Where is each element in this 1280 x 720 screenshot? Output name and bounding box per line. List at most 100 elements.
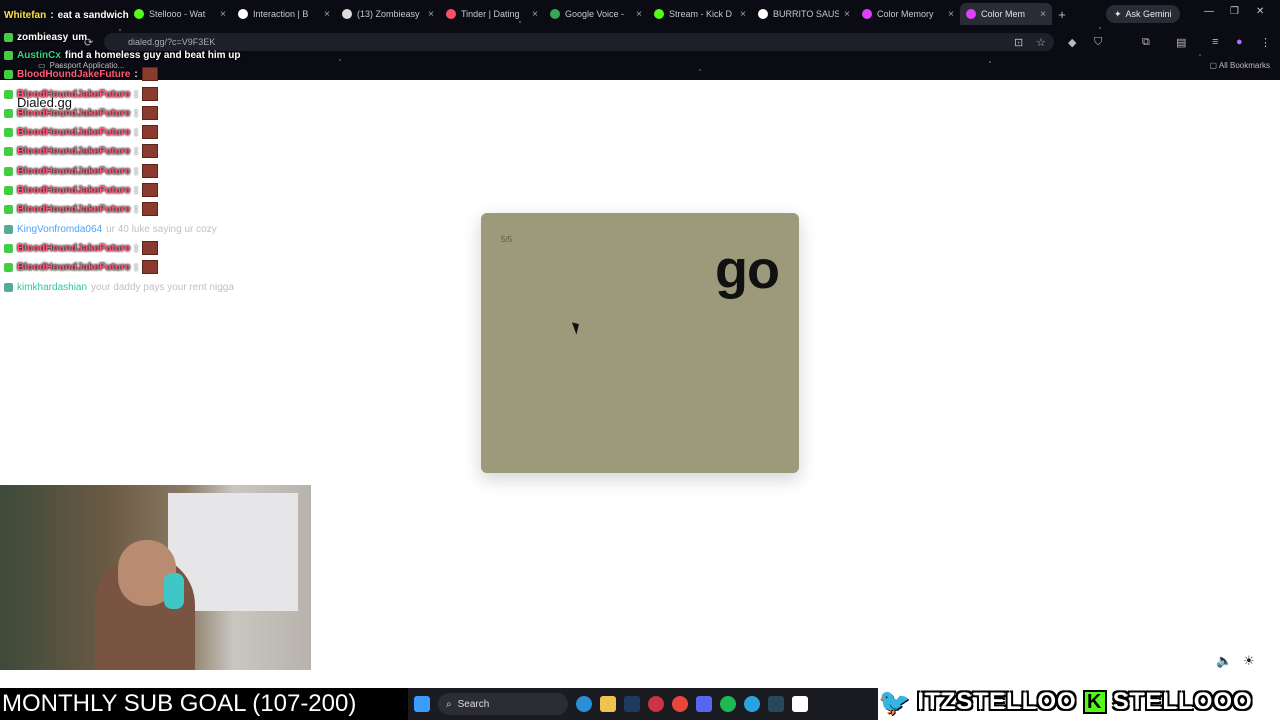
ask-gemini-button[interactable]: ✦ Ask Gemini: [1106, 5, 1180, 23]
tab-close-icon[interactable]: ×: [636, 9, 642, 20]
tab-close-icon[interactable]: ×: [740, 9, 746, 20]
tab-close-icon[interactable]: ×: [324, 9, 330, 20]
chat-badge-icon: [4, 166, 13, 176]
round-counter: 5/5: [501, 235, 513, 244]
chat-message: KingVonfromda064 ur 40 luke saying ur coz…: [4, 221, 217, 237]
bookmark-star-icon[interactable]: ☆: [1036, 36, 1046, 49]
taskbar-search[interactable]: ⌕ Search: [438, 693, 568, 715]
tab-strip: Stellooo - Wat × Interaction | B × (13) Zomb…: [0, 0, 1280, 28]
chat-text: :: [134, 184, 138, 196]
tab-6[interactable]: BURRITO SAUS ×: [752, 3, 856, 25]
sidebar-icon[interactable]: ▤: [1176, 36, 1186, 49]
tab-8[interactable]: Color Mem ×: [960, 3, 1052, 25]
address-bar[interactable]: dialed.gg/?c=V9F3EK: [104, 33, 1054, 51]
search-icon: ⌕: [446, 698, 452, 710]
menu-lines-icon[interactable]: ≡: [1212, 36, 1218, 48]
chat-message: BloodHoundJakeFuture:: [4, 124, 158, 140]
tab-favicon-icon: [342, 9, 352, 19]
chat-text: your daddy pays your rent nigga: [91, 281, 234, 293]
chat-username: BloodHoundJakeFuture: [17, 203, 131, 215]
chat-emote-icon: [141, 183, 158, 197]
volume-icon[interactable]: 🔈: [1216, 653, 1232, 669]
tab-close-icon[interactable]: ×: [844, 9, 850, 20]
tab-5[interactable]: Stream - Kick D ×: [648, 3, 752, 25]
tab-label: BURRITO SAUS: [773, 9, 840, 19]
tab-favicon-icon: [238, 9, 248, 19]
kick-logo-icon: K: [1082, 690, 1107, 714]
close-window-icon[interactable]: ✕: [1256, 6, 1264, 17]
chat-emote-icon: [141, 241, 158, 255]
chat-emote-icon: [141, 164, 158, 178]
tab-label: (13) Zombieasy: [357, 9, 420, 19]
color-card[interactable]: 5/5 go: [481, 213, 799, 473]
tab-1[interactable]: Interaction | B ×: [232, 3, 336, 25]
chat-text: :: [134, 107, 138, 119]
discord-icon[interactable]: [696, 696, 712, 712]
chat-text: :: [134, 261, 138, 273]
chat-message: BloodHoundJakeFuture:: [4, 105, 158, 121]
new-tab-button[interactable]: +: [1052, 7, 1072, 22]
notepad-icon[interactable]: [792, 696, 808, 712]
chat-message: BloodHoundJakeFuture:: [4, 182, 158, 198]
kick-handle: STELLOOO: [1112, 688, 1253, 715]
chat-message: BloodHoundJakeFuture:: [4, 143, 158, 159]
tab-close-icon[interactable]: ×: [428, 9, 434, 20]
minimize-icon[interactable]: —: [1204, 6, 1214, 17]
ask-gemini-label: Ask Gemini: [1125, 9, 1172, 19]
file-explorer-icon[interactable]: [600, 696, 616, 712]
tab-2[interactable]: (13) Zombieasy ×: [336, 3, 440, 25]
tab-0[interactable]: Stellooo - Wat ×: [128, 3, 232, 25]
all-bookmarks-button[interactable]: ▢ All Bookmarks: [1210, 61, 1270, 70]
chat-text: :: [134, 203, 138, 215]
chrome-icon[interactable]: [672, 696, 688, 712]
chat-message: zombieasy um: [4, 29, 87, 45]
tab-4[interactable]: Google Voice - ×: [544, 3, 648, 25]
chat-message: Whitefan : eat a sandwich: [4, 7, 129, 23]
taskbar-search-label: Search: [457, 698, 490, 710]
brightness-icon[interactable]: ☀: [1243, 653, 1255, 669]
url-text: dialed.gg/?c=V9F3EK: [128, 37, 216, 47]
tab-close-icon[interactable]: ×: [1040, 9, 1046, 20]
extension-icon[interactable]: ◆: [1068, 36, 1076, 49]
edge-icon[interactable]: [576, 696, 592, 712]
tab-close-icon[interactable]: ×: [948, 9, 954, 20]
tab-label: Color Mem: [981, 9, 1026, 19]
shield-extension-icon[interactable]: ⛉: [1094, 36, 1102, 49]
tab-favicon-icon: [134, 9, 144, 19]
telegram-icon[interactable]: [744, 696, 760, 712]
tab-label: Stellooo - Wat: [149, 9, 206, 19]
chat-text: um: [72, 31, 88, 43]
windows-start-icon[interactable]: [414, 696, 430, 712]
chat-message: BloodHoundJakeFuture:: [4, 201, 158, 217]
windows-taskbar: ⌕ Search: [408, 688, 878, 720]
tab-close-icon[interactable]: ×: [220, 9, 226, 20]
tab-7[interactable]: Color Memory ×: [856, 3, 960, 25]
chat-badge-icon: [4, 204, 13, 214]
chat-username: BloodHoundJakeFuture: [17, 88, 131, 100]
extensions-puzzle-icon[interactable]: ⧉: [1142, 36, 1150, 49]
tab-3[interactable]: Tinder | Dating ×: [440, 3, 544, 25]
browser-chrome: Stellooo - Wat × Interaction | B × (13) Zomb…: [0, 0, 1280, 80]
app-icon[interactable]: [648, 696, 664, 712]
profile-avatar-icon[interactable]: ●: [1236, 36, 1243, 48]
chat-username: BloodHoundJakeFuture: [17, 145, 131, 157]
social-handles-banner: 🐦 ITZSTELLOO K STELLOOO: [878, 684, 1280, 720]
chat-username: Whitefan: [4, 9, 47, 21]
chat-username: AustinCx: [17, 49, 61, 61]
tab-label: Color Memory: [877, 9, 934, 19]
tab-label: Tinder | Dating: [461, 9, 520, 19]
kebab-menu-icon[interactable]: ⋮: [1260, 36, 1271, 49]
steam-alt-icon[interactable]: [768, 696, 784, 712]
chat-message: BloodHoundJakeFuture:: [4, 66, 158, 82]
spotify-icon[interactable]: [720, 696, 736, 712]
chat-message: BloodHoundJakeFuture:: [4, 163, 158, 179]
install-app-icon[interactable]: ⊡: [1014, 36, 1023, 49]
maximize-icon[interactable]: ❐: [1230, 6, 1239, 17]
chat-username: BloodHoundJakeFuture: [17, 107, 131, 119]
chat-badge-icon: [4, 108, 13, 118]
go-prompt: go: [715, 240, 780, 300]
twitter-bird-icon: 🐦: [878, 686, 912, 717]
chat-username: KingVonfromda064: [17, 223, 103, 235]
steam-icon[interactable]: [624, 696, 640, 712]
tab-close-icon[interactable]: ×: [532, 9, 538, 20]
